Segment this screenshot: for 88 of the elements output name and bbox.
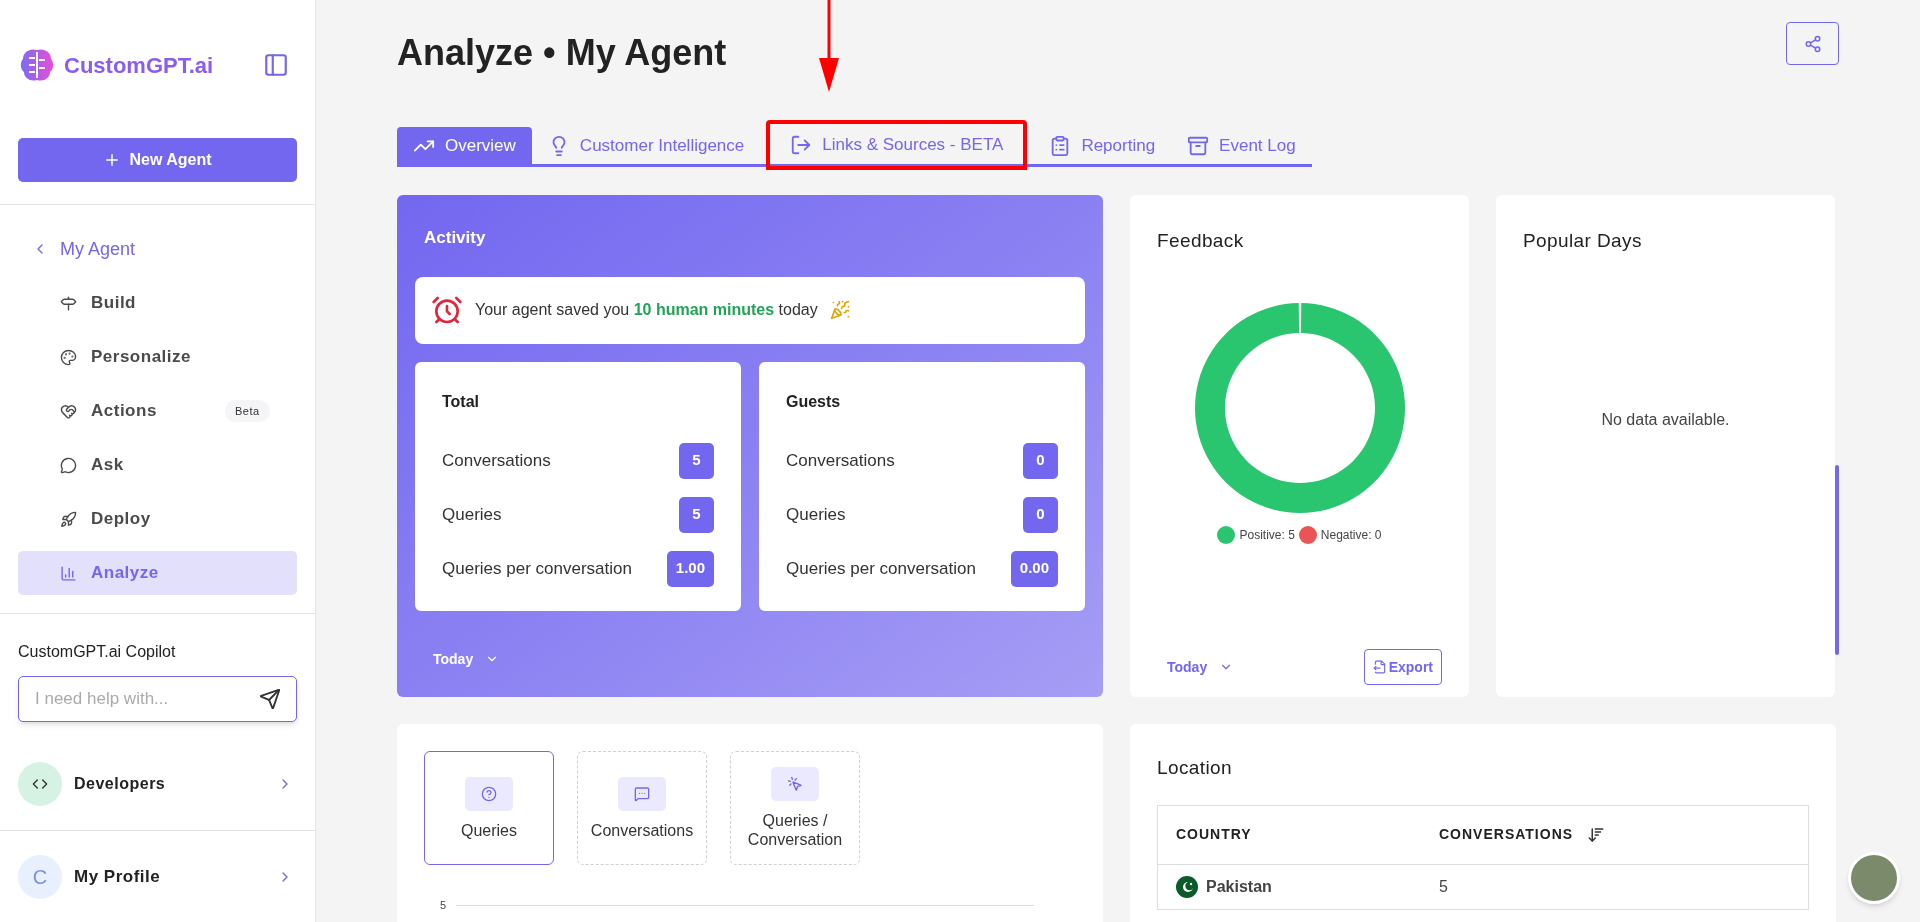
profile-item[interactable]: C My Profile xyxy=(18,855,297,899)
legend-label: Negative: 0 xyxy=(1320,526,1382,544)
sidebar-item[interactable]: Actions Beta xyxy=(18,389,297,433)
sidebar-item[interactable]: Analyze xyxy=(18,551,297,595)
sidebar-item[interactable]: Deploy xyxy=(18,497,297,541)
stat-value: 0.00 xyxy=(1010,550,1058,587)
question-icon xyxy=(481,785,497,802)
copilot-input[interactable]: I need help with... xyxy=(18,676,297,722)
option-label: Queries / Conversation xyxy=(746,811,844,849)
stat-value: 1.00 xyxy=(666,550,714,587)
table-cell-text: 5 xyxy=(1439,876,1448,897)
developers-item[interactable]: Developers xyxy=(18,762,297,806)
card-title: Feedback xyxy=(1157,229,1245,253)
back-link[interactable]: My Agent xyxy=(18,227,297,271)
option-label: Conversations xyxy=(589,820,695,840)
tab[interactable]: Event Log xyxy=(1171,127,1312,164)
stats-title: Guests xyxy=(786,391,842,412)
item-label: My Profile xyxy=(74,866,162,889)
stat-value: 0 xyxy=(1023,442,1058,479)
new-agent-button[interactable]: New Agent xyxy=(18,138,297,182)
item-label: Build xyxy=(91,292,137,315)
column-header: COUNTRY xyxy=(1176,825,1253,844)
tab[interactable]: Links & Sources - BETA xyxy=(766,120,1028,170)
message-icon xyxy=(634,785,650,802)
sidebar-item[interactable]: Personalize xyxy=(18,335,297,379)
metric-option[interactable]: Queries xyxy=(424,751,554,865)
code-icon xyxy=(32,776,48,792)
signpost-icon xyxy=(60,294,77,312)
logo-text: CustomGPT.ai xyxy=(64,51,214,80)
archive-box-icon xyxy=(1187,134,1210,157)
card-title: Popular Days xyxy=(1523,229,1643,253)
card-title: Activity xyxy=(423,227,487,249)
bar-chart-icon xyxy=(60,564,77,582)
tab[interactable]: Overview xyxy=(397,127,532,164)
stat-label: Queries per conversation xyxy=(786,557,976,580)
beta-badge: Beta xyxy=(225,399,270,423)
export-button[interactable]: Export xyxy=(1363,649,1442,685)
item-label: Ask xyxy=(91,454,125,477)
table-cell-text: Pakistan xyxy=(1206,876,1272,897)
share-button[interactable] xyxy=(1786,22,1839,65)
chat-bubble-icon xyxy=(60,456,77,474)
legend-label: Positive: 5 xyxy=(1239,526,1295,544)
empty-message: No data available. xyxy=(1600,409,1731,430)
flag-icon xyxy=(1176,875,1198,898)
saved-message: Your agent saved you 10 human minutes today xyxy=(475,300,818,320)
rocket-icon xyxy=(60,510,77,528)
axis-tick-label: 5 xyxy=(440,898,447,913)
period-dropdown[interactable]: Today xyxy=(433,648,500,670)
period-dropdown[interactable]: Today xyxy=(1167,656,1234,678)
share-icon xyxy=(1803,34,1822,53)
alarm-clock-icon xyxy=(431,294,463,326)
stat-value: 5 xyxy=(679,442,714,479)
column-header: CONVERSATIONS xyxy=(1439,825,1574,844)
stat-label: Conversations xyxy=(442,449,551,472)
tab[interactable]: Reporting xyxy=(1033,127,1172,164)
stat-value: 0 xyxy=(1023,496,1058,533)
metric-option[interactable]: Conversations xyxy=(577,751,707,865)
sidebar-toggle-icon[interactable] xyxy=(263,52,289,78)
chat-avatar[interactable] xyxy=(1848,852,1900,904)
send-icon[interactable] xyxy=(259,688,281,710)
stat-label: Queries xyxy=(786,503,846,526)
item-label: Actions xyxy=(91,400,158,423)
page-title: Analyze • My Agent xyxy=(397,31,727,75)
pointer-click-icon xyxy=(787,776,803,792)
palette-icon xyxy=(60,348,77,366)
tab[interactable]: Customer Intelligence xyxy=(531,127,761,164)
metric-option[interactable]: Queries / Conversation xyxy=(730,751,860,865)
item-label: Personalize xyxy=(91,346,192,369)
sidebar-item[interactable]: Build xyxy=(18,281,297,325)
stat-label: Queries per conversation xyxy=(442,557,632,580)
copilot-title: CustomGPT.ai Copilot xyxy=(18,642,177,662)
sidebar-item[interactable]: Ask xyxy=(18,443,297,487)
stats-title: Total xyxy=(442,391,481,412)
card-title: Location xyxy=(1157,756,1234,780)
file-export-icon xyxy=(1372,660,1387,674)
stat-value: 5 xyxy=(679,496,714,533)
item-label: Deploy xyxy=(91,508,152,531)
party-popper-icon xyxy=(829,300,850,320)
sort-icon[interactable] xyxy=(1587,825,1606,844)
scrollbar-thumb[interactable] xyxy=(1835,465,1839,655)
heart-hand-icon xyxy=(60,402,77,420)
brain-logo-icon xyxy=(18,46,56,84)
item-label: Analyze xyxy=(91,562,160,585)
item-label: Developers xyxy=(74,774,167,794)
profile-avatar: C xyxy=(18,855,62,899)
stat-label: Conversations xyxy=(786,449,895,472)
stat-label: Queries xyxy=(442,503,502,526)
option-label: Queries xyxy=(460,820,518,840)
